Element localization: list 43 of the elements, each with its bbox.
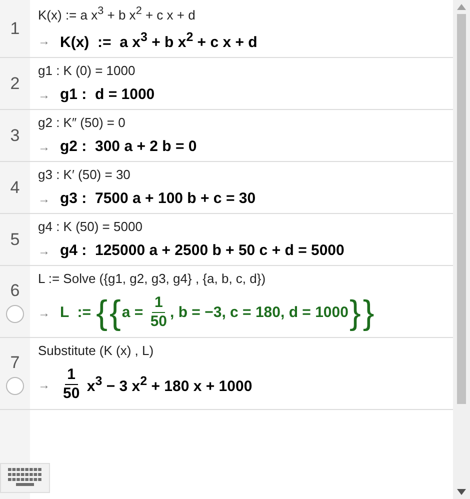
row-number: 4 (10, 178, 20, 198)
cas-output: g2 : 300 a + 2 b = 0 (60, 138, 197, 156)
row-number: 6 (10, 280, 20, 301)
keyboard-button[interactable] (0, 463, 50, 493)
row-number: 2 (10, 74, 20, 94)
fraction: 1 50 (63, 366, 80, 404)
cas-output: g3 : 7500 a + 100 b + c = 30 (60, 190, 256, 208)
brace: } (348, 296, 362, 330)
cas-input[interactable]: g2 : K″ (50) = 0 (38, 115, 453, 130)
result-arrow: → (38, 192, 50, 206)
result-arrow: → (38, 306, 50, 320)
brace: { (95, 296, 109, 330)
visibility-toggle[interactable] (6, 376, 24, 395)
cas-input[interactable]: g1 : K (0) = 1000 (38, 63, 453, 78)
fraction: 1 50 (150, 294, 167, 332)
visibility-toggle[interactable] (6, 304, 24, 323)
brace: } (362, 296, 376, 330)
result-arrow: → (38, 88, 50, 102)
cas-input[interactable]: K(x) := a x$^{3}$ + b x$^{2}$ + c x + d (38, 5, 453, 22)
cas-input[interactable]: L := Solve ({g1, g2, g3, g4} , {a, b, c, d}) (38, 271, 453, 286)
result-arrow: → (38, 378, 50, 392)
cas-input[interactable]: g4 : K (50) = 5000 (38, 219, 453, 234)
row-number: 1 (10, 18, 20, 39)
cas-input[interactable]: Substitute (K (x) , L) (38, 343, 453, 358)
cas-output: a = (122, 304, 144, 322)
scroll-thumb[interactable] (457, 14, 466, 404)
brace: { (108, 296, 122, 330)
row-number: 5 (10, 230, 20, 250)
cas-output: g4 : 125000 a + 2500 b + 50 c + d = 5000 (60, 242, 344, 260)
cas-output: , b = −3, c = 180, d = 1000 (170, 304, 348, 322)
cas-output: g1 : d = 1000 (60, 86, 155, 104)
result-arrow: → (38, 34, 50, 48)
row-number: 3 (10, 126, 20, 146)
row-number: 7 (10, 352, 20, 373)
cas-output: K(x) := a x$^{3}$ + b x$^{2}$ + c x + d (60, 30, 258, 52)
cas-output: x$^{3}$ − 3 x$^{2}$ + 180 x + 1000 (86, 374, 252, 396)
scroll-up-icon[interactable] (457, 4, 466, 10)
scroll-down-icon[interactable] (457, 489, 466, 495)
result-arrow: → (38, 244, 50, 258)
scrollbar[interactable] (453, 0, 470, 499)
cas-output: L := (60, 304, 92, 322)
result-arrow: → (38, 140, 50, 154)
cas-input[interactable]: g3 : K′ (50) = 30 (38, 167, 453, 182)
